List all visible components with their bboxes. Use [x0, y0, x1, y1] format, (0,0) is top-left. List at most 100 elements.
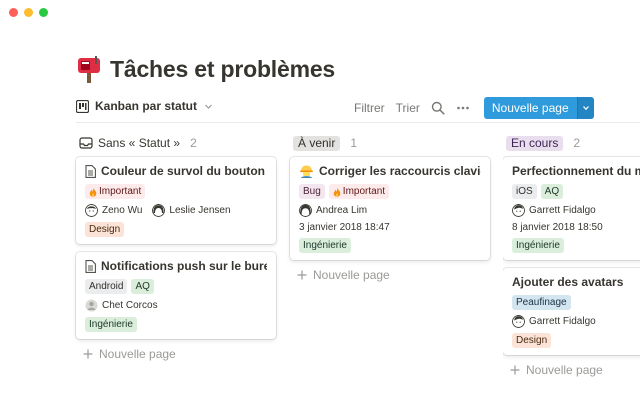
tag-engineering: Ingénierie — [299, 238, 351, 253]
tag-important: Important — [85, 184, 146, 199]
card-people: Andrea Lim — [299, 204, 481, 217]
column-header[interactable]: Sans « Statut » 2 — [76, 134, 276, 152]
tag-ios: iOS — [512, 184, 537, 199]
card[interactable]: Couleur de survol du bouton bleu Importa… — [76, 157, 276, 244]
zoom-window-button[interactable] — [39, 8, 48, 17]
column-no-status: Sans « Statut » 2 Couleur de survol du b… — [76, 134, 276, 361]
plus-icon — [510, 365, 520, 375]
fire-icon — [333, 187, 341, 197]
card-tags: Bug Important — [299, 184, 481, 199]
card[interactable]: Corriger les raccourcis clavier Bug Impo… — [290, 157, 490, 260]
column-label: À venir — [293, 135, 341, 151]
person: Chet Corcos — [85, 299, 158, 312]
card-date-row: 8 janvier 2018 18:50 — [512, 222, 640, 233]
card-tags-secondary: Design — [512, 333, 640, 348]
toolbar-actions: Filtrer Trier Nouvelle page — [354, 96, 594, 120]
card[interactable]: Perfectionnement du mors l iOS AQ Garret… — [503, 157, 640, 260]
plus-icon — [83, 349, 93, 359]
column-label: Sans « Statut » — [98, 136, 181, 150]
inbox-icon — [79, 137, 93, 149]
new-page-dropdown-button[interactable] — [576, 97, 594, 119]
column-count: 2 — [573, 136, 581, 150]
window-controls — [9, 8, 48, 17]
tag-android: Android — [85, 279, 128, 294]
avatar — [152, 204, 166, 217]
view-switcher-label: Kanban par statut — [95, 99, 198, 113]
person: Andrea Lim — [299, 204, 367, 217]
card-tags: Android AQ — [85, 279, 267, 294]
more-options-icon[interactable] — [456, 101, 470, 115]
avatar — [85, 204, 98, 217]
search-icon[interactable] — [431, 101, 445, 115]
card-date: 3 janvier 2018 18:47 — [299, 222, 390, 233]
card-title-text: Couleur de survol du bouton bleu — [101, 164, 267, 178]
add-page-button[interactable]: Nouvelle page — [83, 347, 276, 361]
tag-polish: Peaufinage — [512, 295, 571, 310]
person: Garrett Fidalgo — [512, 315, 596, 328]
column-label: En cours — [506, 135, 564, 151]
tag-important: Important — [328, 184, 390, 199]
column-upcoming: À venir 1 Corriger les raccourcis clavie… — [290, 134, 490, 282]
column-header[interactable]: À venir 1 — [290, 134, 490, 152]
tag-engineering: Ingénierie — [85, 317, 137, 332]
page-title: Tâches et problèmes — [110, 55, 336, 82]
card-people: Garrett Fidalgo — [512, 315, 640, 328]
card-tags-secondary: Ingénierie — [85, 317, 267, 332]
new-page-button[interactable]: Nouvelle page — [483, 97, 577, 119]
card-tags-secondary: Ingénierie — [299, 238, 481, 253]
person: Leslie Jensen — [152, 204, 231, 217]
add-page-button[interactable]: Nouvelle page — [510, 363, 640, 377]
card-title-text: Corriger les raccourcis clavier — [319, 164, 481, 178]
avatar — [512, 204, 525, 217]
chevron-down-icon — [582, 106, 589, 111]
card-title: Notifications push sur le bureau — [85, 259, 267, 273]
column-header[interactable]: En cours 2 — [503, 134, 640, 152]
card-tags: Peaufinage — [512, 295, 640, 310]
filter-button[interactable]: Filtrer — [354, 101, 385, 115]
card-title: Ajouter des avatars — [512, 275, 640, 289]
tag-aq: AQ — [131, 279, 154, 294]
person: Zeno Wu — [85, 204, 142, 217]
card-title-text: Notifications push sur le bureau — [101, 259, 267, 273]
sort-button[interactable]: Trier — [396, 101, 420, 115]
board-view-icon — [76, 99, 89, 113]
card-people: Zeno Wu Leslie Jensen — [85, 204, 267, 217]
construction-worker-icon — [300, 165, 313, 178]
card-tags-secondary: Ingénierie — [512, 238, 640, 253]
card-date-row: 3 janvier 2018 18:47 — [299, 222, 481, 233]
card-date: 8 janvier 2018 18:50 — [512, 222, 603, 233]
card-tags-secondary: Design — [85, 222, 267, 237]
column-in-progress: En cours 2 Perfectionnement du mors l iO… — [503, 134, 640, 377]
card-title-text: Ajouter des avatars — [512, 275, 624, 289]
plus-icon — [297, 270, 307, 280]
tag-engineering: Ingénierie — [512, 238, 564, 253]
card[interactable]: Ajouter des avatars Peaufinage Garrett F… — [503, 268, 640, 355]
minimize-window-button[interactable] — [24, 8, 33, 17]
tag-design: Design — [85, 222, 125, 237]
person: Garrett Fidalgo — [512, 204, 596, 217]
page-header: Tâches et problèmes — [76, 55, 335, 83]
add-page-button[interactable]: Nouvelle page — [297, 268, 490, 282]
chevron-down-icon — [205, 104, 212, 109]
database-toolbar: Kanban par statut Filtrer Trier Nouvelle… — [76, 96, 640, 120]
column-count: 1 — [350, 136, 358, 150]
card-tags: iOS AQ — [512, 184, 640, 199]
page-icon — [85, 164, 96, 178]
mailbox-icon[interactable] — [76, 55, 102, 83]
card-people: Garrett Fidalgo — [512, 204, 640, 217]
card-title-text: Perfectionnement du mors l — [512, 164, 640, 178]
view-switcher[interactable]: Kanban par statut — [76, 99, 213, 113]
new-page-button-group: Nouvelle page — [483, 97, 594, 119]
card[interactable]: Notifications push sur le bureau Android… — [76, 252, 276, 339]
card-title: Couleur de survol du bouton bleu — [85, 164, 267, 178]
card-title: Corriger les raccourcis clavier — [299, 164, 481, 178]
close-window-button[interactable] — [9, 8, 18, 17]
card-tags: Important — [85, 184, 267, 199]
card-people: Chet Corcos — [85, 299, 267, 312]
column-count: 2 — [190, 136, 197, 150]
toolbar-divider — [76, 122, 640, 123]
tag-bug: Bug — [299, 184, 325, 199]
tag-aq: AQ — [540, 184, 564, 199]
avatar — [512, 315, 525, 328]
card-title: Perfectionnement du mors l — [512, 164, 640, 178]
